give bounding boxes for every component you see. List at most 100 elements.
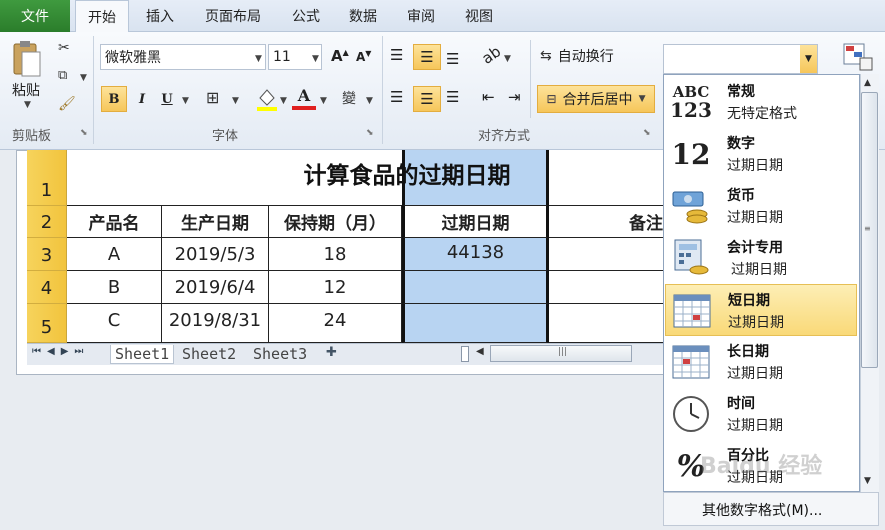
- fill-color-button[interactable]: [255, 86, 279, 112]
- table-cell[interactable]: B: [67, 271, 162, 304]
- table-cell[interactable]: [402, 271, 549, 304]
- font-color-dropdown-icon[interactable]: ▼: [320, 96, 327, 106]
- align-center-icon[interactable]: ☰: [413, 86, 441, 112]
- copy-dropdown-icon[interactable]: ▼: [80, 73, 87, 83]
- row-header[interactable]: 5: [27, 304, 67, 343]
- table-cell[interactable]: 12: [269, 271, 402, 304]
- shrink-font-button[interactable]: A▼: [356, 49, 371, 64]
- format-option-number[interactable]: 12 数字 过期日期: [665, 128, 857, 180]
- scroll-up-icon[interactable]: ▲: [864, 78, 871, 88]
- align-right-icon[interactable]: ☰: [446, 88, 459, 106]
- align-middle-icon[interactable]: ☰: [413, 44, 441, 70]
- table-cell[interactable]: [549, 238, 664, 271]
- align-left-icon[interactable]: ☰: [390, 88, 403, 106]
- header-cell[interactable]: 过期日期: [402, 206, 549, 238]
- merge-center-button[interactable]: ⊟ 合并后居中 ▼: [537, 85, 655, 113]
- number-format-dropdown-icon[interactable]: ▼: [800, 45, 817, 73]
- tab-formulas[interactable]: 公式: [281, 0, 331, 32]
- font-launcher-icon[interactable]: ⬊: [366, 128, 374, 138]
- title-cell-right[interactable]: [549, 150, 664, 206]
- underline-button[interactable]: U: [156, 86, 178, 112]
- table-cell[interactable]: 2019/6/4: [162, 271, 269, 304]
- format-option-currency[interactable]: 货币 过期日期: [665, 180, 857, 232]
- orientation-dropdown-icon[interactable]: ▼: [504, 54, 511, 64]
- font-color-button[interactable]: A: [292, 86, 316, 112]
- phonetic-guide-icon[interactable]: 變: [342, 88, 356, 108]
- font-name-dropdown-icon[interactable]: ▼: [255, 54, 262, 64]
- align-bottom-icon[interactable]: ☰: [446, 50, 459, 68]
- tab-split-handle[interactable]: [461, 346, 469, 362]
- format-title: 数字: [727, 136, 755, 152]
- table-cell[interactable]: 24: [269, 304, 402, 343]
- phonetic-dropdown-icon[interactable]: ▼: [366, 96, 373, 106]
- borders-icon[interactable]: ⊞: [206, 88, 219, 107]
- grow-font-button[interactable]: A▲: [331, 47, 349, 65]
- sheet-tab[interactable]: Sheet1: [110, 345, 175, 364]
- format-option-accounting[interactable]: 会计专用 过期日期: [665, 232, 857, 284]
- paste-button[interactable]: [10, 40, 44, 84]
- align-top-icon[interactable]: ☰: [390, 46, 403, 64]
- tab-insert[interactable]: 插入: [135, 0, 185, 32]
- row-header[interactable]: 3: [27, 238, 67, 271]
- table-cell[interactable]: 2019/8/31: [162, 304, 269, 343]
- sheet-tab[interactable]: Sheet3: [253, 345, 307, 363]
- format-option-percent[interactable]: % 百分比 过期日期: [665, 440, 857, 490]
- scroll-left-icon[interactable]: ◀: [476, 346, 484, 357]
- font-name-combo[interactable]: 微软雅黑: [100, 44, 266, 70]
- title-cell-left[interactable]: [67, 150, 402, 206]
- increase-indent-icon[interactable]: ⇥: [508, 88, 521, 106]
- font-name-value: 微软雅黑: [105, 50, 161, 66]
- decrease-indent-icon[interactable]: ⇤: [482, 88, 495, 106]
- shrink-font-icon: A: [356, 50, 366, 64]
- table-cell[interactable]: [402, 304, 549, 343]
- scroll-down-icon[interactable]: ▼: [864, 476, 871, 486]
- format-title: 会计专用: [727, 240, 783, 256]
- conditional-format-icon[interactable]: [842, 42, 874, 72]
- table-cell[interactable]: 44138: [402, 238, 549, 271]
- paste-label: 粘贴: [12, 83, 40, 99]
- borders-dropdown-icon[interactable]: ▼: [232, 96, 239, 106]
- header-cell[interactable]: 备注: [549, 206, 664, 238]
- font-size-dropdown-icon[interactable]: ▼: [312, 54, 319, 64]
- table-cell[interactable]: A: [67, 238, 162, 271]
- row-header[interactable]: 2: [27, 206, 67, 238]
- table-cell[interactable]: 18: [269, 238, 402, 271]
- insert-sheet-icon[interactable]: ✚: [326, 345, 337, 360]
- tab-page-layout[interactable]: 页面布局: [195, 0, 271, 32]
- cut-icon[interactable]: ✂: [58, 40, 70, 56]
- clipboard-launcher-icon[interactable]: ⬊: [80, 128, 88, 138]
- underline-dropdown-icon[interactable]: ▼: [182, 96, 189, 106]
- wrap-text-button[interactable]: ⇆ 自动换行: [540, 46, 614, 66]
- more-number-formats-link[interactable]: 其他数字格式(M)...: [702, 500, 822, 520]
- format-option-time[interactable]: 时间 过期日期: [665, 388, 857, 440]
- tab-file[interactable]: 文件: [0, 0, 70, 32]
- tab-home[interactable]: 开始: [75, 0, 129, 33]
- row-header[interactable]: 1: [27, 150, 67, 206]
- group-divider: [530, 40, 531, 118]
- tab-data[interactable]: 数据: [338, 0, 388, 32]
- header-cell[interactable]: 保持期（月）: [269, 206, 402, 238]
- header-cell[interactable]: 生产日期: [162, 206, 269, 238]
- table-cell[interactable]: C: [67, 304, 162, 343]
- format-option-short-date[interactable]: 短日期 过期日期: [665, 284, 857, 336]
- sheet-nav-arrows-icon[interactable]: ⏮◀▶⏭: [32, 346, 89, 357]
- table-cell[interactable]: 2019/5/3: [162, 238, 269, 271]
- italic-button[interactable]: I: [131, 86, 153, 112]
- copy-icon[interactable]: ⧉: [58, 68, 67, 83]
- tab-view[interactable]: 视图: [454, 0, 504, 32]
- format-option-long-date[interactable]: 长日期 过期日期: [665, 336, 857, 388]
- table-cell[interactable]: [549, 304, 664, 343]
- format-painter-icon[interactable]: 🖌: [58, 96, 76, 112]
- tab-review[interactable]: 审阅: [396, 0, 446, 32]
- format-option-general[interactable]: ABC 123 常规 无特定格式: [665, 76, 857, 128]
- number-format-combo[interactable]: [663, 44, 818, 74]
- fill-color-dropdown-icon[interactable]: ▼: [280, 96, 287, 106]
- table-cell[interactable]: [549, 271, 664, 304]
- sheet-tab[interactable]: Sheet2: [182, 345, 236, 363]
- title-cell-selected[interactable]: [402, 150, 549, 206]
- alignment-launcher-icon[interactable]: ⬊: [643, 128, 651, 138]
- row-header[interactable]: 4: [27, 271, 67, 304]
- bold-button[interactable]: B: [101, 86, 127, 112]
- header-cell[interactable]: 产品名: [67, 206, 162, 238]
- paste-dropdown-icon[interactable]: ▼: [24, 100, 31, 110]
